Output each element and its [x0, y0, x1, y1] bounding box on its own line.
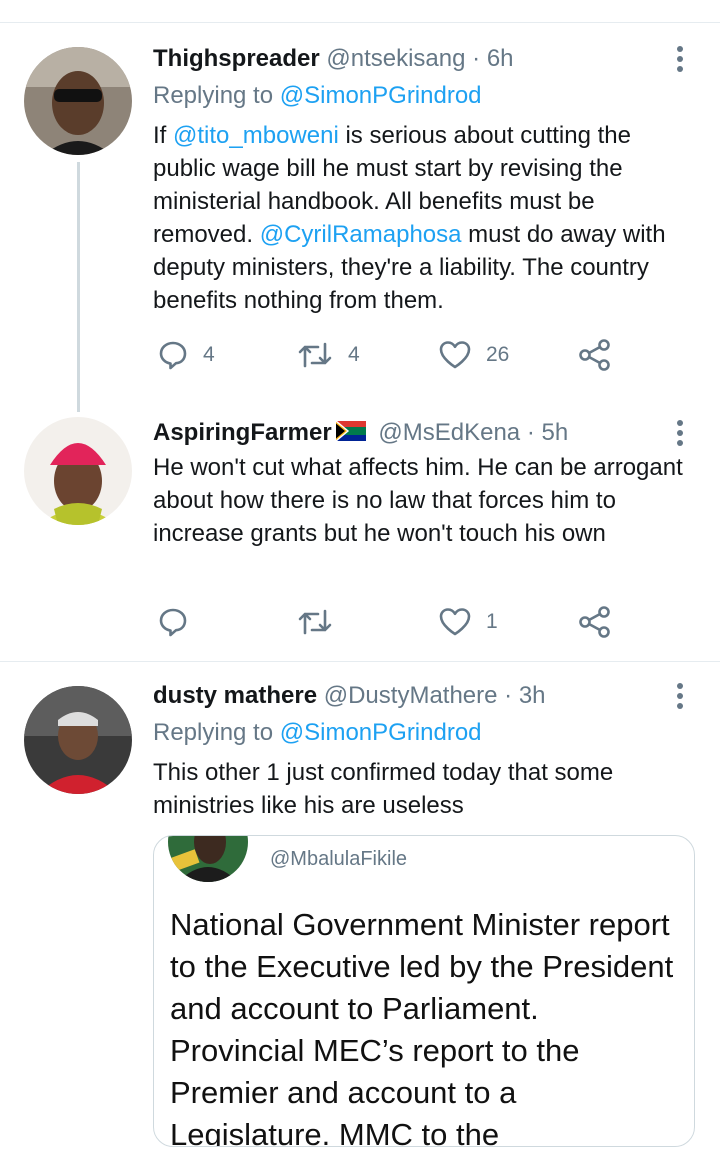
timestamp[interactable]: · 5h: [527, 419, 568, 446]
share-icon: [579, 339, 610, 371]
timestamp[interactable]: · 6h: [472, 45, 513, 72]
share-button[interactable]: [578, 338, 612, 372]
like-count: 1: [486, 610, 498, 633]
timestamp[interactable]: · 3h: [504, 682, 545, 709]
reply-mention-link[interactable]: @SimonPGrindrod: [280, 719, 482, 746]
quote-text: National Government Minister report to t…: [170, 907, 674, 1147]
user-handle[interactable]: @MsEdKena: [378, 419, 520, 446]
retweet-count: 4: [348, 343, 360, 366]
avatar[interactable]: [24, 686, 132, 794]
retweet-icon: [298, 609, 332, 635]
thread-line: [77, 162, 80, 412]
text-segment: If: [153, 122, 174, 149]
mention-link[interactable]: @CyrilRamaphosa: [260, 221, 462, 248]
heart-icon: [439, 608, 471, 636]
share-icon: [579, 606, 610, 638]
quoted-tweet[interactable]: @MbalulaFikile National Government Minis…: [153, 835, 695, 1147]
more-vertical-icon[interactable]: [672, 683, 688, 713]
display-name[interactable]: AspiringFarmer: [153, 419, 332, 446]
reply-button[interactable]: [157, 605, 189, 639]
like-button[interactable]: 26: [438, 338, 509, 372]
reply-mention-link[interactable]: @SimonPGrindrod: [280, 82, 482, 109]
tweet-divider: [0, 661, 720, 662]
like-count: 26: [486, 343, 510, 366]
user-handle[interactable]: @ntsekisang: [326, 45, 465, 72]
like-button[interactable]: 1: [438, 605, 498, 639]
replying-prefix: Replying to: [153, 719, 280, 746]
replying-to: Replying to @SimonPGrindrod: [153, 718, 482, 748]
south-africa-flag-icon: [335, 419, 366, 449]
retweet-button[interactable]: [296, 605, 334, 639]
reply-icon: [159, 608, 187, 637]
replying-to: Replying to @SimonPGrindrod: [153, 81, 482, 111]
share-button[interactable]: [578, 605, 612, 639]
tweet-header: AspiringFarmer @MsEdKena · 5h: [153, 418, 568, 449]
reply-count: 4: [203, 343, 215, 366]
tweet-text: If @tito_mboweni is serious about cuttin…: [153, 119, 698, 317]
avatar[interactable]: [24, 47, 132, 155]
heart-icon: [439, 341, 471, 369]
tweet-text: This other 1 just confirmed today that s…: [153, 759, 614, 819]
reply-icon: [159, 341, 187, 370]
replying-prefix: Replying to: [153, 82, 280, 109]
display-name[interactable]: Thighspreader: [153, 45, 320, 72]
more-vertical-icon[interactable]: [672, 420, 688, 450]
tweet-text: He won't cut what affects him. He can be…: [153, 454, 683, 547]
more-vertical-icon[interactable]: [672, 46, 688, 76]
retweet-button[interactable]: 4: [296, 338, 360, 372]
mention-link[interactable]: @tito_mboweni: [173, 122, 339, 149]
user-handle[interactable]: @DustyMathere: [324, 682, 498, 709]
tweet-header: dusty mathere @DustyMathere · 3h: [153, 681, 546, 711]
retweet-icon: [298, 342, 332, 368]
avatar[interactable]: [24, 417, 132, 525]
quote-handle: @MbalulaFikile: [270, 848, 408, 870]
display-name[interactable]: dusty mathere: [153, 682, 317, 709]
tweet-header: Thighspreader @ntsekisang · 6h: [153, 44, 514, 74]
top-divider: [0, 22, 720, 23]
quote-avatar: [168, 836, 248, 882]
reply-button[interactable]: 4: [157, 338, 215, 372]
